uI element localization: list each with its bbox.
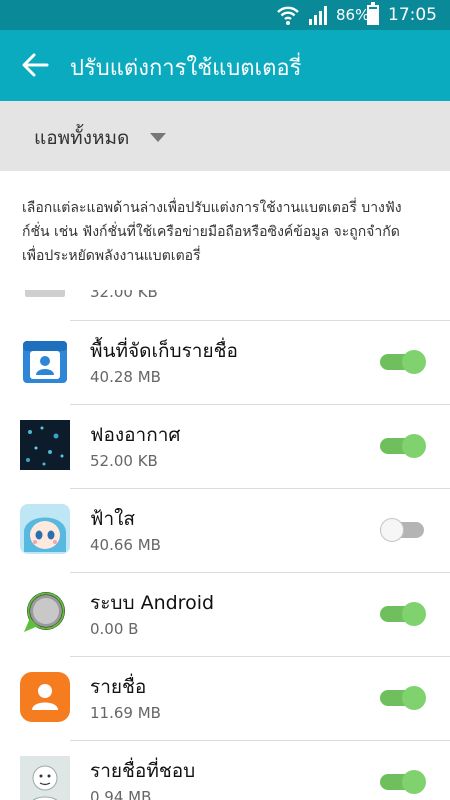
app-list-item[interactable]: พื้นที่จัดเก็บรายชื่อ 40.28 MB xyxy=(0,320,450,404)
battery-optimize-toggle[interactable] xyxy=(380,686,428,710)
battery-optimize-toggle[interactable] xyxy=(380,518,428,542)
android-system-icon xyxy=(24,592,65,632)
battery-optimize-toggle[interactable] xyxy=(380,770,428,794)
divider xyxy=(70,740,450,741)
divider xyxy=(70,404,450,405)
app-size: 52.00 KB xyxy=(90,452,158,470)
description-text: เลือกแต่ละแอพด้านล่างเพื่อปรับแต่งการใช้… xyxy=(22,200,402,264)
app-size: 40.28 MB xyxy=(90,368,161,386)
app-size: 32.00 KB xyxy=(90,290,158,301)
app-list-item[interactable]: รายชื่อที่ชอบ 0.94 MB xyxy=(0,740,450,800)
app-size: 11.69 MB xyxy=(90,704,161,722)
app-size: 0.00 B xyxy=(90,620,139,638)
wifi-icon xyxy=(277,6,299,25)
app-filter-dropdown[interactable]: แอพทั้งหมด xyxy=(0,101,450,171)
divider xyxy=(70,656,450,657)
battery-optimize-toggle[interactable] xyxy=(380,350,428,374)
battery-optimize-toggle[interactable] xyxy=(380,434,428,458)
battery-icon xyxy=(367,2,379,25)
app-name: ฟ้าใส xyxy=(90,508,135,530)
status-bar: 86% 17:05 xyxy=(0,0,450,30)
filter-label: แอพทั้งหมด xyxy=(34,127,130,149)
anime-girl-icon xyxy=(20,504,70,554)
clock: 17:05 xyxy=(388,5,437,25)
divider xyxy=(70,320,450,321)
app-list-item[interactable]: ฟองอากาศ 52.00 KB xyxy=(0,404,450,488)
app-size: 40.66 MB xyxy=(90,536,161,554)
favorite-contacts-icon xyxy=(20,756,70,800)
page-title: ปรับแต่งการใช้แบตเตอรี่ xyxy=(70,56,302,81)
dropdown-caret-icon xyxy=(150,133,166,142)
app-name: รายชื่อที่ชอบ xyxy=(90,760,196,782)
contacts-storage-icon xyxy=(23,341,67,383)
app-size: 0.94 MB xyxy=(90,788,152,800)
app-name: ระบบ Android xyxy=(90,592,215,614)
app-name: รายชื่อ xyxy=(90,676,147,698)
bubbles-icon xyxy=(20,420,70,470)
divider xyxy=(70,488,450,489)
back-arrow-icon[interactable] xyxy=(20,52,50,78)
app-list[interactable]: 32.00 KB พื้นที่จัดเก็บรายชื่อ 40.28 MB xyxy=(0,290,450,800)
app-icon-partial xyxy=(25,290,65,297)
contacts-icon xyxy=(20,672,70,722)
app-list-item[interactable]: ฟ้าใส 40.66 MB xyxy=(0,488,450,572)
app-name: พื้นที่จัดเก็บรายชื่อ xyxy=(90,340,238,362)
signal-icon xyxy=(309,6,327,25)
battery-optimize-toggle[interactable] xyxy=(380,602,428,626)
app-list-item[interactable]: 32.00 KB xyxy=(0,290,450,319)
app-name: ฟองอากาศ xyxy=(90,424,181,446)
battery-percent: 86% xyxy=(336,6,370,24)
app-list-item[interactable]: รายชื่อ 11.69 MB xyxy=(0,656,450,740)
app-bar: ปรับแต่งการใช้แบตเตอรี่ xyxy=(0,30,450,101)
app-list-item[interactable]: ระบบ Android 0.00 B xyxy=(0,572,450,656)
divider xyxy=(70,572,450,573)
